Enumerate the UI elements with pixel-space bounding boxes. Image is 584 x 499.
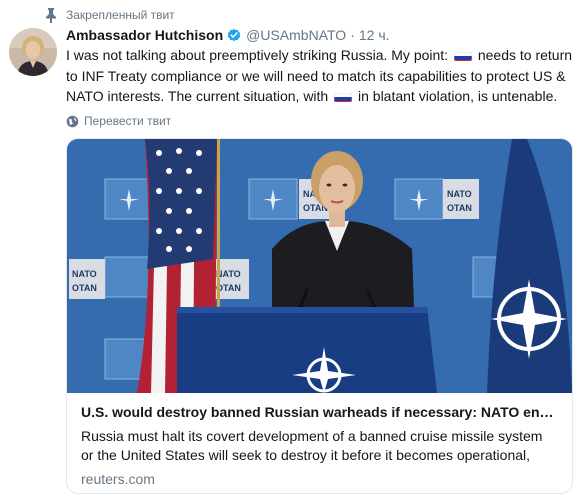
card-title: U.S. would destroy banned Russian warhea… [81, 404, 558, 420]
translate-tweet-label: Перевести твит [84, 114, 172, 128]
russian-flag-icon [334, 90, 353, 102]
author-handle[interactable]: @USAmbNATO [246, 27, 346, 43]
tweet-text-part: in blatant violation, is untenable. [354, 88, 558, 104]
svg-text:OTAN: OTAN [72, 283, 97, 293]
svg-text:OTAN: OTAN [447, 203, 472, 213]
pinned-tweet-text: Закрепленный твит [66, 8, 175, 22]
russian-flag-icon [453, 49, 472, 61]
svg-text:NATO: NATO [72, 269, 97, 279]
card-description: Russia must halt its covert development … [81, 428, 543, 463]
avatar[interactable] [9, 28, 57, 76]
translate-tweet-link[interactable]: Перевести твит [66, 113, 171, 129]
author-name[interactable]: Ambassador Hutchison [66, 27, 223, 43]
card-domain: reuters.com [81, 471, 155, 487]
card-image: NATOOTAN NATOOTAN NATOOTAN NATOOTAN NATO… [67, 139, 572, 393]
tweet-text-part: I was not talking about preemptively str… [66, 47, 452, 63]
svg-text:NATO: NATO [447, 189, 472, 199]
globe-icon [66, 115, 79, 128]
tweet-header: Ambassador Hutchison @USAmbNATO · 12 ч. [66, 26, 390, 44]
pinned-tweet-label: Закрепленный твит [44, 6, 175, 24]
tweet-timestamp[interactable]: 12 ч. [359, 27, 390, 43]
pin-icon [44, 7, 58, 23]
tweet-text: I was not talking about preemptively str… [66, 45, 578, 107]
verified-badge-icon [226, 27, 242, 43]
separator-dot: · [350, 27, 355, 43]
link-preview-card[interactable]: NATOOTAN NATOOTAN NATOOTAN NATOOTAN NATO… [66, 138, 573, 494]
